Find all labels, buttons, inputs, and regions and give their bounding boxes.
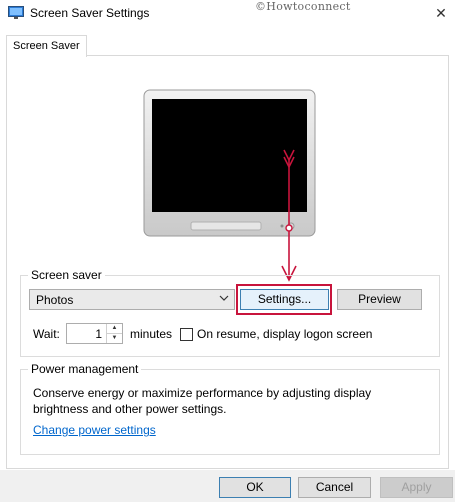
minutes-label: minutes [130, 327, 173, 341]
preview-button[interactable]: Preview [337, 289, 422, 310]
tab-label: Screen Saver [13, 40, 80, 52]
cancel-button[interactable]: Cancel [298, 477, 371, 498]
apply-button[interactable]: Apply [380, 477, 453, 498]
change-power-settings-link[interactable]: Change power settings [33, 423, 156, 437]
wait-minutes-stepper[interactable]: 1 ▲ ▼ [66, 323, 123, 344]
ok-button[interactable]: OK [219, 477, 291, 498]
stepper-buttons: ▲ ▼ [106, 324, 122, 343]
close-icon[interactable]: ✕ [430, 2, 452, 24]
triangle-up-icon[interactable]: ▲ [107, 324, 122, 334]
wait-label: Wait: [33, 327, 60, 341]
resume-logon-checkbox[interactable] [180, 328, 193, 341]
tab-screen-saver[interactable]: Screen Saver [6, 35, 87, 57]
wait-value[interactable]: 1 [95, 327, 102, 341]
screen-saver-select[interactable]: Photos [29, 289, 235, 310]
power-description: Conserve energy or maximize performance … [33, 386, 372, 416]
monitor-icon [8, 6, 24, 20]
window-title: Screen Saver Settings [30, 6, 150, 20]
settings-button[interactable]: Settings... [240, 289, 329, 310]
screen-saver-selected-value: Photos [36, 293, 74, 307]
screen-saver-group-label: Screen saver [28, 268, 105, 282]
triangle-down-icon[interactable]: ▼ [107, 334, 122, 343]
screen-saver-group [20, 275, 440, 357]
watermark-text: ©Howtoconnect [255, 0, 351, 13]
chevron-down-icon [219, 293, 229, 306]
annotation-arrow [270, 148, 310, 288]
resume-logon-label[interactable]: On resume, display logon screen [197, 327, 372, 341]
power-management-group-label: Power management [28, 362, 142, 376]
